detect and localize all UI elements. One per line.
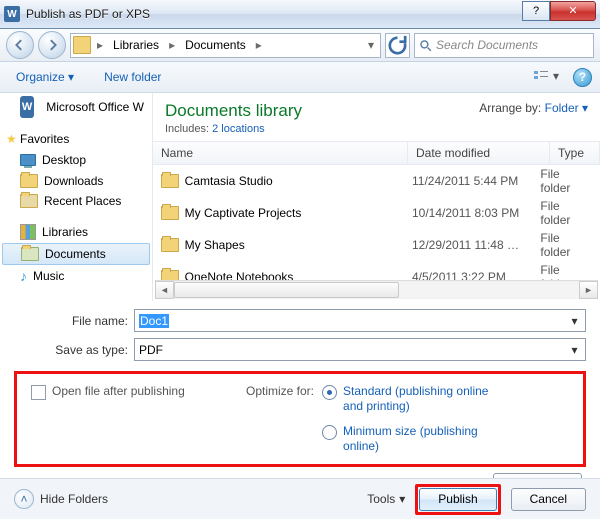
chevron-down-icon[interactable]: ▾ [364,38,378,52]
window-controls: ? ✕ [522,1,596,21]
arrange-dropdown[interactable]: Folder ▾ [545,101,588,115]
search-icon [419,39,432,52]
folder-icon [20,174,38,188]
column-headers[interactable]: Name Date modified Type [153,141,600,165]
word-app-icon: W [4,6,20,22]
hide-folders-button[interactable]: ˄ Hide Folders [14,489,108,509]
help-icon[interactable]: ? [573,68,592,87]
search-placeholder: Search Documents [436,38,538,52]
scroll-track[interactable] [174,282,579,298]
folder-icon [161,270,179,280]
publish-options-panel: Open file after publishing Optimize for:… [14,371,586,467]
list-item[interactable]: My Captivate Projects10/14/2011 8:03 PMF… [153,197,600,229]
dialog-window: W Publish as PDF or XPS ? ✕ ▸ Libraries … [0,0,600,519]
crumb-documents[interactable]: Documents [181,36,250,54]
file-list[interactable]: Camtasia Studio11/24/2011 5:44 PMFile fo… [153,165,600,280]
tools-dropdown[interactable]: Tools ▾ [367,492,405,506]
tree-item-documents[interactable]: Documents [2,243,150,265]
nav-tree[interactable]: WMicrosoft Office W Favorites Desktop Do… [0,93,153,301]
close-button[interactable]: ✕ [550,1,596,21]
includes-label: Includes: [165,123,209,135]
folder-icon [161,174,179,188]
nav-bar: ▸ Libraries ▸ Documents ▸ ▾ Search Docum… [0,29,600,62]
footer: ˄ Hide Folders Tools ▾ Publish Cancel [0,478,600,519]
word-icon: W [20,96,34,118]
list-item[interactable]: My Shapes12/29/2011 11:48 …File folder [153,229,600,261]
saveas-value: PDF [139,343,163,357]
app-shortcut[interactable]: WMicrosoft Office W [0,93,152,121]
organize-button[interactable]: Organize ▾ [8,66,82,88]
crumb-libraries[interactable]: Libraries [109,36,163,54]
view-mode-button[interactable]: ▾ [533,69,559,85]
refresh-button[interactable] [385,33,410,58]
filename-input[interactable]: Doc1 ▾ [134,309,586,332]
search-input[interactable]: Search Documents [414,33,594,58]
chevron-right-icon[interactable]: ▸ [165,38,179,52]
back-button[interactable] [6,31,34,59]
optimize-label: Optimize for: [246,384,314,454]
cancel-button[interactable]: Cancel [511,488,586,511]
new-folder-button[interactable]: New folder [96,66,169,88]
filename-label: File name: [50,314,128,328]
music-icon: ♪ [20,268,27,284]
publish-button[interactable]: Publish [419,488,496,511]
body-area: WMicrosoft Office W Favorites Desktop Do… [0,93,600,301]
documents-icon [21,247,39,261]
saveas-dropdown[interactable]: PDF ▾ [134,338,586,361]
recent-icon [20,194,38,208]
optimize-standard-radio[interactable] [322,385,337,400]
forward-button[interactable] [38,31,66,59]
col-name[interactable]: Name [153,142,408,164]
folder-icon [73,36,91,54]
col-type[interactable]: Type [550,142,600,164]
scroll-right-button[interactable]: ► [579,281,598,299]
window-title: Publish as PDF or XPS [26,7,522,21]
chevron-down-icon[interactable]: ▾ [566,341,583,358]
tree-item-desktop[interactable]: Desktop [0,149,152,171]
folder-icon [161,238,179,252]
filename-value: Doc1 [139,314,169,328]
favorites-header[interactable]: Favorites [0,129,152,149]
help-button[interactable]: ? [522,1,550,21]
content-area: Documents library Includes: 2 locations … [153,93,600,301]
saveas-label: Save as type: [50,343,128,357]
arrange-label: Arrange by: [479,101,541,115]
chevron-up-icon: ˄ [14,489,34,509]
scroll-left-button[interactable]: ◄ [155,281,174,299]
list-item[interactable]: OneNote Notebooks4/5/2011 3:22 PMFile fo… [153,261,600,280]
chevron-right-icon[interactable]: ▸ [93,38,107,52]
desktop-icon [20,154,36,166]
libraries-icon [20,224,36,240]
folder-icon [161,206,179,220]
chevron-right-icon[interactable]: ▸ [252,38,266,52]
horizontal-scrollbar[interactable]: ◄ ► [155,280,598,299]
open-after-checkbox[interactable] [31,385,46,400]
tree-item-music[interactable]: ♪Music [0,265,152,287]
scroll-thumb[interactable] [174,282,399,298]
optimize-minimum-label[interactable]: Minimum size (publishing online) [343,424,493,454]
libraries-header[interactable]: Libraries [0,221,152,243]
file-fields: File name: Doc1 ▾ Save as type: PDF ▾ [0,301,600,371]
col-date[interactable]: Date modified [408,142,550,164]
tree-item-downloads[interactable]: Downloads [0,171,152,191]
title-bar[interactable]: W Publish as PDF or XPS ? ✕ [0,0,600,29]
chevron-down-icon[interactable]: ▾ [566,312,583,329]
includes-link[interactable]: 2 locations [212,123,265,135]
optimize-standard-label[interactable]: Standard (publishing online and printing… [343,384,493,414]
open-after-label: Open file after publishing [52,384,185,398]
list-item[interactable]: Camtasia Studio11/24/2011 5:44 PMFile fo… [153,165,600,197]
optimize-minimum-radio[interactable] [322,425,337,440]
tree-item-recent[interactable]: Recent Places [0,191,152,211]
breadcrumb[interactable]: ▸ Libraries ▸ Documents ▸ ▾ [70,33,381,58]
toolbar: Organize ▾ New folder ▾ ? [0,62,600,93]
chevron-down-icon: ▾ [399,492,405,506]
